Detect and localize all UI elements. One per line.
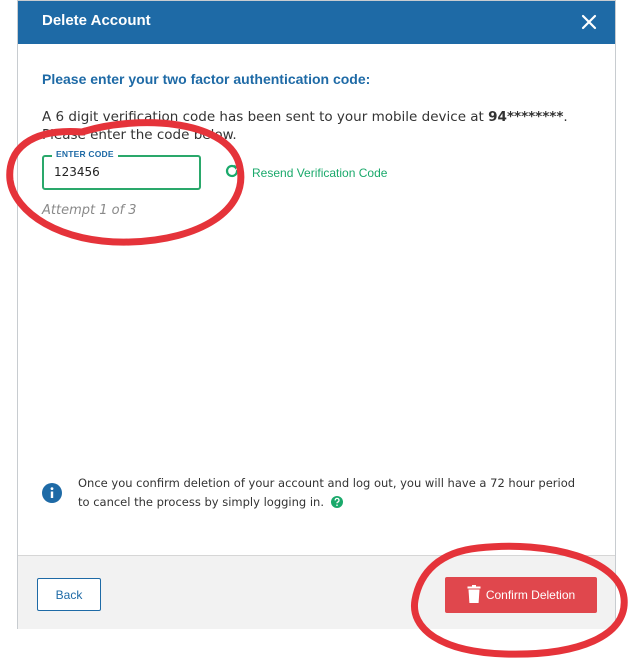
trash-icon: [467, 584, 481, 606]
close-icon[interactable]: [579, 12, 599, 32]
description-line2: Please enter the code below.: [42, 127, 237, 143]
info-icon: [42, 483, 62, 507]
dialog-footer: Back Confirm Deletion: [18, 555, 615, 629]
two-factor-prompt: Please enter your two factor authenticat…: [42, 71, 371, 87]
resend-label[interactable]: Resend Verification Code: [252, 166, 387, 180]
dialog-title: Delete Account: [42, 12, 151, 29]
description-text: A 6 digit verification code has been sen…: [42, 109, 489, 125]
description-suffix: .: [563, 109, 568, 125]
masked-phone-number: 94********: [488, 109, 564, 125]
confirm-deletion-button[interactable]: Confirm Deletion: [445, 577, 597, 613]
code-field-label: ENTER CODE: [52, 149, 118, 159]
confirm-deletion-label: Confirm Deletion: [485, 588, 576, 602]
attempt-counter: Attempt 1 of 3: [42, 203, 137, 218]
verification-description: A 6 digit verification code has been sen…: [42, 108, 582, 144]
back-button[interactable]: Back: [37, 578, 101, 611]
dialog-header: Delete Account: [18, 1, 615, 44]
refresh-icon[interactable]: [224, 163, 240, 183]
info-text: Once you confirm deletion of your accoun…: [78, 476, 576, 509]
info-text-block: Once you confirm deletion of your accoun…: [78, 474, 588, 514]
code-input[interactable]: [54, 165, 184, 179]
code-field[interactable]: ENTER CODE: [42, 149, 201, 190]
resend-code-link[interactable]: Resend Verification Code: [224, 163, 387, 183]
delete-account-dialog: Delete Account Please enter your two fac…: [17, 0, 616, 629]
help-icon[interactable]: [330, 495, 343, 514]
